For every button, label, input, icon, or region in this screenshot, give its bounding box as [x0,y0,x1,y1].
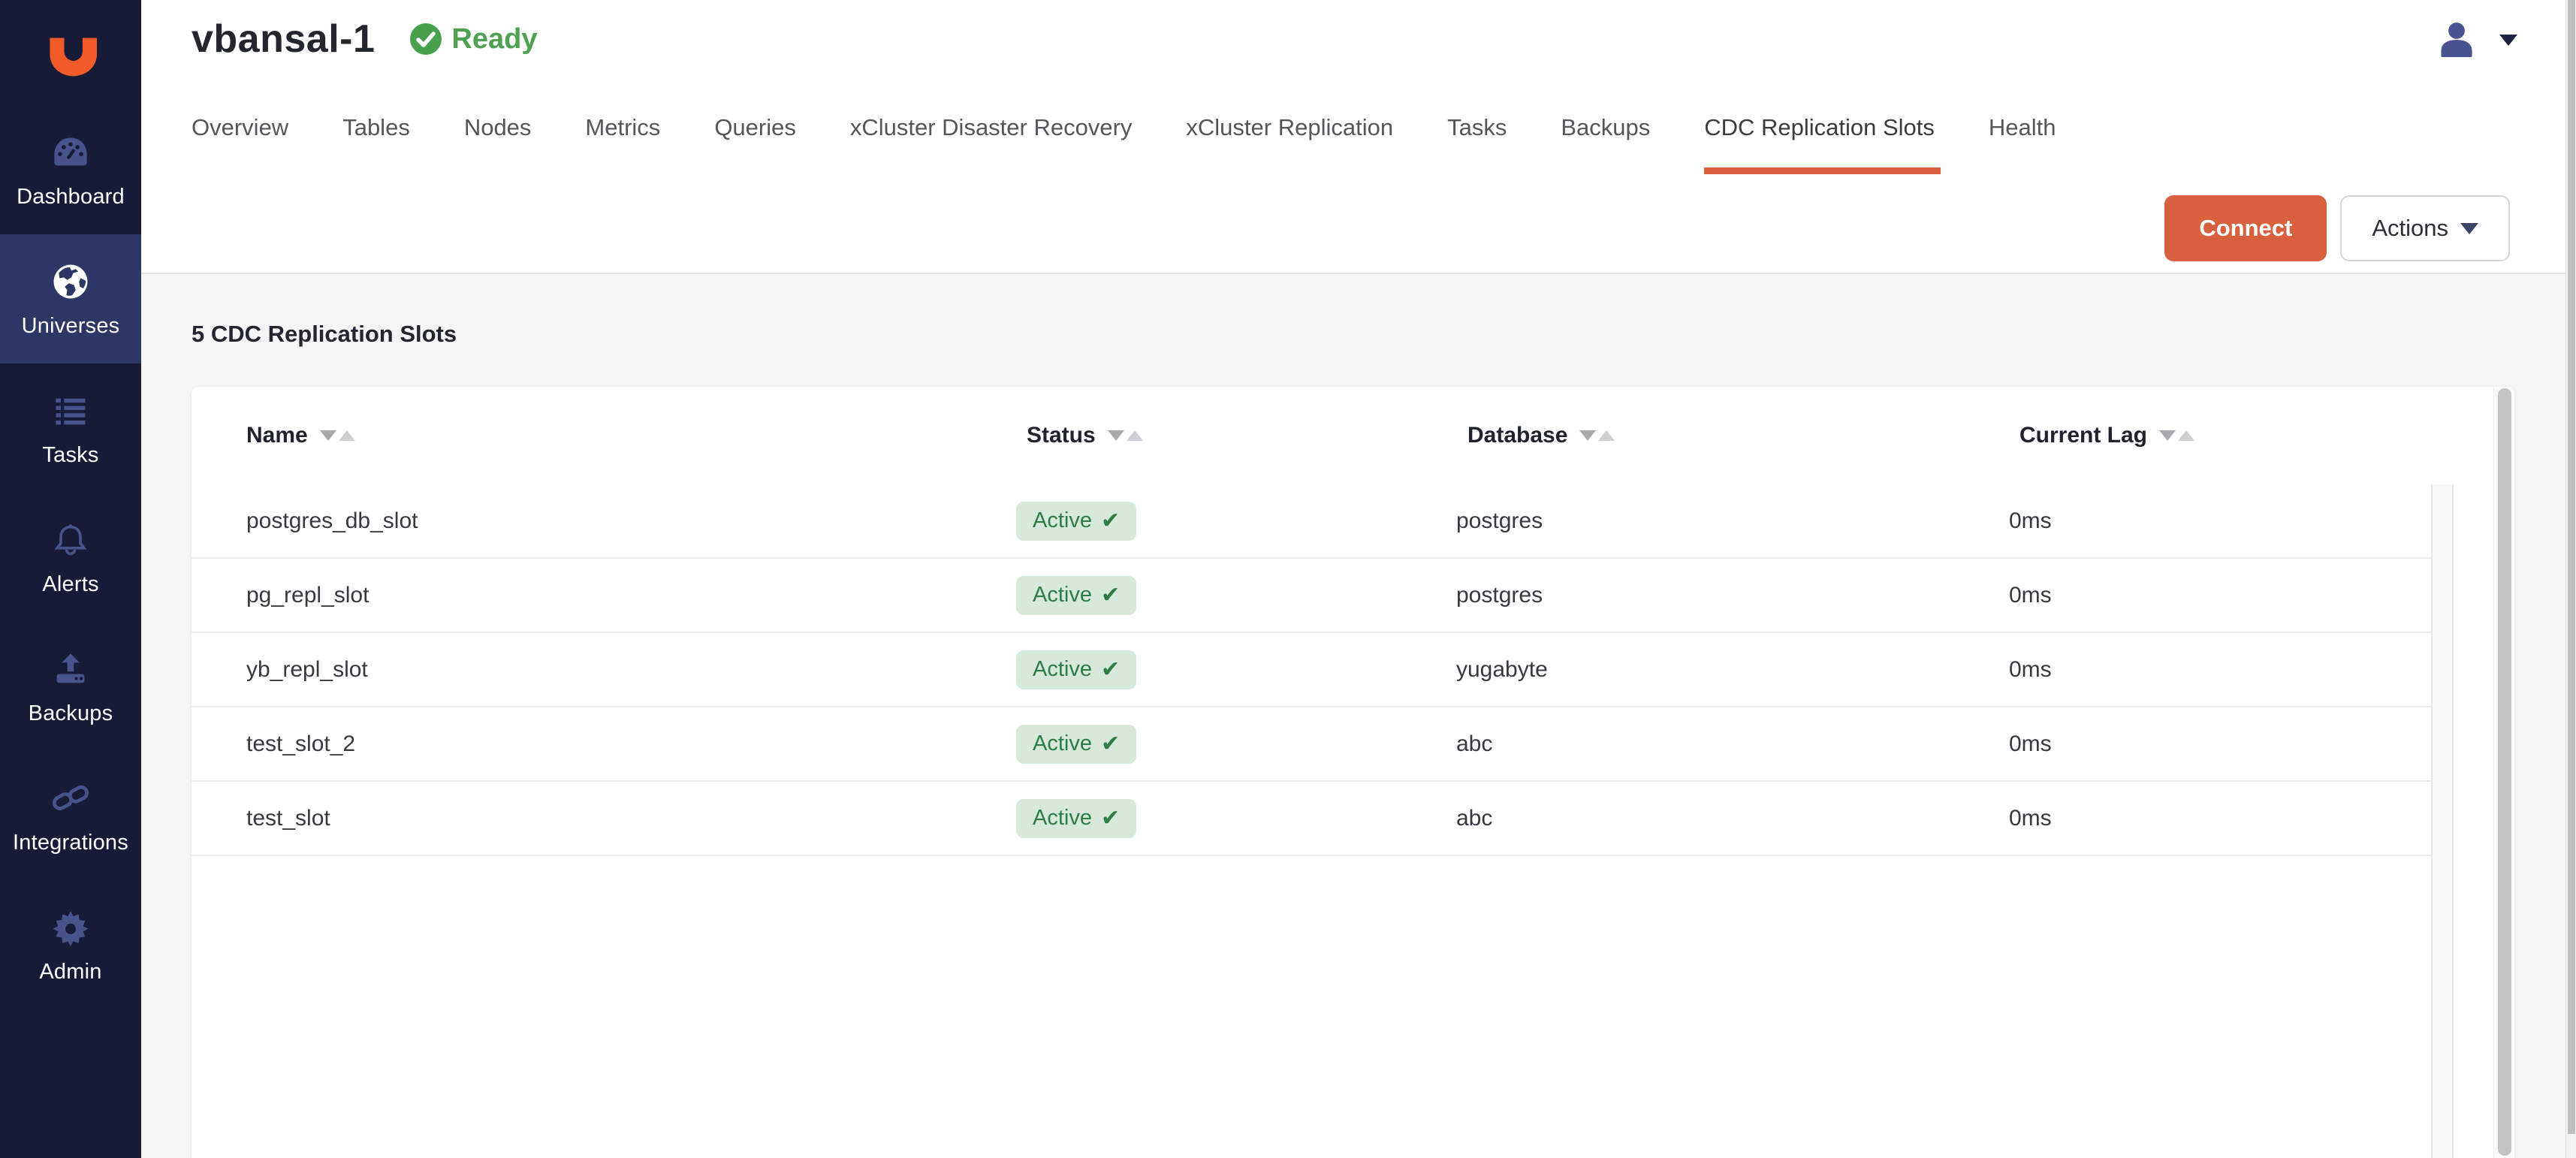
chevron-down-icon [2499,35,2517,46]
sidebar-item-label: Universes [22,314,120,339]
upload-icon [51,647,90,691]
status-badge: Active✔ [1016,725,1136,764]
slot-database: postgres [1456,583,1543,608]
task-list-icon [51,389,90,433]
check-icon: ✔ [1101,656,1120,683]
sidebar-item-integrations[interactable]: Integrations [0,751,141,880]
slot-name: test_slot [246,806,330,831]
sidebar: Dashboard Universes [0,0,141,1158]
tab-nodes[interactable]: Nodes [464,114,532,174]
check-icon: ✔ [1101,508,1120,534]
bell-icon [51,518,90,562]
universe-tabs: Overview Tables Nodes Metrics Queries xC… [192,114,2056,174]
slot-database: abc [1456,731,1492,757]
status-badge: Active✔ [1016,502,1136,541]
status-badge: Active✔ [1016,799,1136,838]
tab-metrics[interactable]: Metrics [585,114,660,174]
slot-name: pg_repl_slot [246,583,369,608]
table-row[interactable]: yb_repl_slot Active✔ yugabyte 0ms [192,633,2431,707]
sidebar-item-alerts[interactable]: Alerts [0,493,141,622]
check-icon: ✔ [1101,731,1120,757]
user-avatar-icon [2435,18,2478,62]
table-row[interactable]: postgres_db_slot Active✔ postgres 0ms [192,484,2431,559]
sidebar-item-label: Admin [39,960,101,985]
page-scrollbar-thumb[interactable] [2568,0,2575,1134]
slot-database: abc [1456,806,1492,831]
sidebar-item-label: Alerts [42,572,98,597]
tab-xcluster-disaster-recovery[interactable]: xCluster Disaster Recovery [850,114,1133,174]
universe-status-badge: Ready [409,23,537,56]
slot-database: postgres [1456,508,1543,534]
sidebar-item-label: Dashboard [17,185,125,210]
cdc-slots-table-card: Name Status Database Current Lag [192,387,2514,1158]
slot-database: yugabyte [1456,657,1548,683]
table-body: postgres_db_slot Active✔ postgres 0ms pg… [192,484,2514,856]
check-circle-icon [409,23,442,56]
column-header-database[interactable]: Database [1467,423,1615,448]
user-menu[interactable] [2435,18,2517,62]
link-icon [50,777,92,820]
sort-icon [320,430,355,441]
connect-button[interactable]: Connect [2164,195,2327,261]
slot-current-lag: 0ms [2009,731,2052,757]
check-icon: ✔ [1101,805,1120,831]
sidebar-item-label: Tasks [42,443,98,468]
sidebar-item-dashboard[interactable]: Dashboard [0,105,141,234]
main-area: vbansal-1 Ready Overview Tables Nodes Me… [141,0,2576,1158]
table-row[interactable]: test_slot Active✔ abc 0ms [192,782,2431,856]
app-screen: Dashboard Universes [0,0,2576,1158]
slot-current-lag: 0ms [2009,508,2052,534]
page-scrollbar[interactable] [2565,0,2576,1158]
column-header-current-lag[interactable]: Current Lag [2019,423,2194,448]
globe-icon [50,260,91,303]
check-icon: ✔ [1101,582,1120,608]
column-header-status[interactable]: Status [1027,423,1143,448]
slot-name: test_slot_2 [246,731,355,757]
actions-button[interactable]: Actions [2340,195,2510,261]
slot-current-lag: 0ms [2009,806,2052,831]
sidebar-item-tasks[interactable]: Tasks [0,363,141,493]
status-badge: Active✔ [1016,650,1136,689]
slot-name: postgres_db_slot [246,508,418,534]
slot-current-lag: 0ms [2009,657,2052,683]
slot-name: yb_repl_slot [246,657,368,683]
sidebar-item-label: Backups [29,701,113,726]
card-scrollbar[interactable] [2493,387,2514,1158]
tab-xcluster-replication[interactable]: xCluster Replication [1186,114,1393,174]
tab-tables[interactable]: Tables [342,114,410,174]
sort-icon [2159,430,2194,441]
sidebar-item-label: Integrations [13,831,128,855]
status-badge: Active✔ [1016,576,1136,615]
tab-tasks[interactable]: Tasks [1447,114,1507,174]
yugabyte-flame-logo-svg [44,20,97,95]
sort-icon [1579,430,1615,441]
tab-cdc-replication-slots[interactable]: CDC Replication Slots [1704,114,1935,174]
sidebar-item-admin[interactable]: Admin [0,880,141,1009]
dashboard-gauge-icon [51,131,90,174]
table-header-row: Name Status Database Current Lag [192,387,2514,484]
slot-current-lag: 0ms [2009,583,2052,608]
table-row[interactable]: pg_repl_slot Active✔ postgres 0ms [192,559,2431,633]
table-scrollbar-track[interactable] [2431,484,2454,1158]
gear-icon [51,906,90,949]
yugabyte-flame-logo[interactable] [0,0,141,105]
cdc-slots-page: 5 CDC Replication Slots Name Status Data… [141,274,2576,1158]
tab-queries[interactable]: Queries [714,114,796,174]
table-row[interactable]: test_slot_2 Active✔ abc 0ms [192,707,2431,782]
column-header-name[interactable]: Name [246,423,355,448]
universe-header: vbansal-1 Ready Overview Tables Nodes Me… [141,0,2576,274]
page-title: 5 CDC Replication Slots [192,319,2576,349]
sidebar-item-universes[interactable]: Universes [0,234,141,363]
tab-health[interactable]: Health [1989,114,2056,174]
tab-overview[interactable]: Overview [192,114,288,174]
chevron-down-icon [2460,223,2478,234]
sidebar-item-backups[interactable]: Backups [0,622,141,751]
universe-status-label: Ready [451,23,537,56]
sort-icon [1108,430,1143,441]
universe-name: vbansal-1 [192,17,375,62]
card-scrollbar-thumb[interactable] [2498,388,2511,1156]
tab-backups[interactable]: Backups [1561,114,1650,174]
actions-button-label: Actions [2372,215,2448,242]
